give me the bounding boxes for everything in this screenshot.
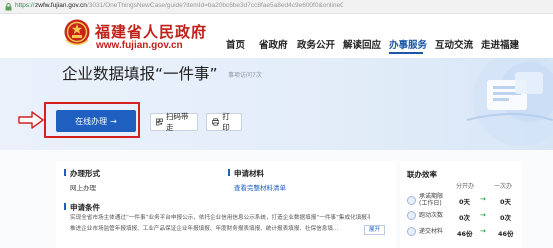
document-icon — [407, 227, 416, 236]
national-emblem-icon[interactable] — [63, 18, 91, 48]
row-label-trips: 跑动次数 — [419, 212, 444, 219]
row-label-deadline: 承诺期限 (工作日) — [419, 193, 444, 207]
url-host: zwfw.fujian.gov.cn — [35, 2, 87, 9]
efficiency-title: 联办效率 — [407, 170, 437, 179]
site-name[interactable]: 福建省人民政府 — [95, 21, 207, 42]
deadline-split-value: 0天 — [459, 198, 471, 206]
handle-form-title: 办理形式 — [70, 169, 100, 178]
print-label: 打印 — [222, 112, 230, 132]
col-header-once: 一次办 — [494, 183, 513, 190]
qr-code-icon — [156, 118, 163, 126]
arrow-right-icon: → — [110, 116, 117, 126]
lock-icon — [5, 3, 12, 11]
print-button[interactable]: 打印 — [206, 112, 242, 132]
site-url: www.fujian.gov.cn — [96, 40, 183, 51]
expand-button[interactable]: 展开 — [364, 225, 386, 235]
nav-government[interactable]: 省政府 — [259, 37, 288, 51]
url-protocol: https:// — [15, 2, 35, 9]
online-apply-button[interactable]: 在线办理 → — [56, 110, 136, 132]
nav-services[interactable]: 办事服务 — [389, 37, 427, 51]
arrow-right-icon — [18, 111, 44, 129]
conditions-text-line-1: 实现全省市场主体通过“一件事”业务平台申报公示，依托企业信用信息公示系统，打造企… — [70, 215, 370, 221]
view-count: 事项访问7次 — [228, 72, 262, 79]
conditions-title: 申请条件 — [70, 203, 100, 212]
scan-qr-button[interactable]: 扫码带走 — [150, 112, 198, 132]
url-path: /3031/OneThingsNewCase/guide?itemId=ba20… — [87, 2, 343, 9]
conditions-text-line-2: 推进企业市场监管年报填报、工业产品保证企业年报填报、年度财务报表填报、统计报表填… — [70, 226, 339, 232]
section-marker — [64, 203, 66, 210]
row-label-materials: 递交材料 — [419, 228, 444, 235]
nav-public-affairs[interactable]: 政务公开 — [297, 37, 335, 51]
col-header-split: 分开办 — [456, 183, 475, 190]
materials-link[interactable]: 查看完整材料清单 — [234, 182, 286, 192]
banner-illustration — [466, 58, 553, 146]
arrow-right-icon: → — [480, 195, 486, 203]
nav-interpretation[interactable]: 解读回应 — [343, 37, 381, 51]
deadline-once-value: 0天 — [500, 198, 512, 206]
materials-split-value: 46份 — [457, 230, 473, 238]
service-banner: 企业数据填报“一件事” 事项访问7次 在线办理 → 扫码带走 打印 — [0, 58, 553, 150]
materials-title: 申请材料 — [234, 169, 264, 178]
trips-split-value: 0次 — [459, 214, 471, 222]
section-marker — [64, 169, 66, 176]
trips-once-value: 0次 — [500, 214, 512, 222]
active-nav-indicator — [389, 52, 423, 54]
nav-explore-fujian[interactable]: 走进福建 — [481, 37, 519, 51]
arrow-right-icon: → — [480, 227, 486, 235]
print-icon — [212, 118, 220, 126]
site-header: 福建省人民政府 www.fujian.gov.cn 首页 省政府 政务公开 解读… — [0, 14, 553, 58]
arrow-right-icon: → — [480, 211, 486, 219]
nav-interaction[interactable]: 互动交流 — [435, 37, 473, 51]
scan-label: 扫码带走 — [165, 112, 189, 132]
clock-icon — [407, 196, 416, 205]
materials-once-value: 46份 — [498, 230, 514, 238]
walk-icon — [407, 211, 416, 220]
online-apply-label: 在线办理 — [75, 116, 108, 126]
nav-home[interactable]: 首页 — [226, 37, 245, 51]
page-title: 企业数据填报“一件事” — [62, 65, 218, 83]
handle-form-value: 网上办理 — [70, 184, 96, 192]
section-marker — [228, 169, 230, 176]
address-bar[interactable]: https:// zwfw.fujian.gov.cn /3031/OneThi… — [0, 0, 553, 14]
